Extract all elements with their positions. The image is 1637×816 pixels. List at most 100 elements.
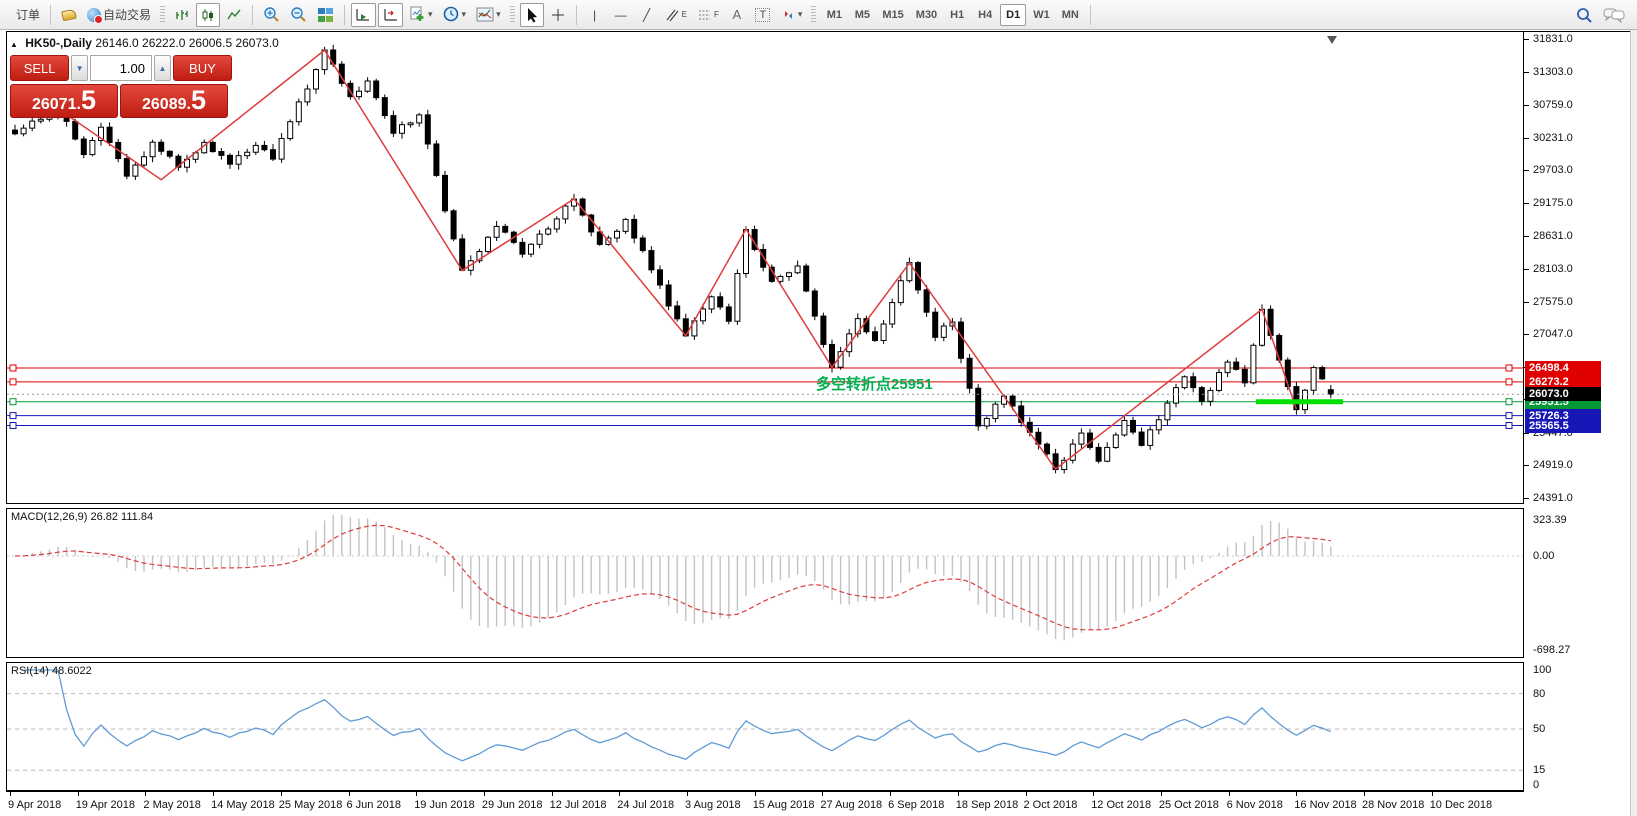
price-axis[interactable]: 31831.031303.030759.030231.029703.029175… — [1524, 31, 1630, 791]
chart-shift-icon — [382, 7, 399, 23]
dropdown-caret-icon[interactable]: ▾ — [428, 9, 433, 20]
clock-icon — [443, 6, 460, 23]
hline-handle[interactable] — [1506, 365, 1512, 371]
sell-price[interactable]: 26071 . 5 — [10, 84, 118, 118]
auto-scroll-button[interactable] — [351, 3, 376, 27]
separator — [344, 5, 345, 25]
hline-handle[interactable] — [10, 423, 16, 429]
chat-icon[interactable] — [1603, 7, 1625, 23]
buy-button[interactable]: BUY — [173, 55, 232, 81]
search-icon[interactable] — [1575, 6, 1593, 24]
channel-tool-button[interactable]: E — [661, 3, 691, 27]
new-order-button[interactable]: 订单 — [4, 3, 44, 27]
hline-price-label[interactable]: 26498.4 — [1525, 361, 1601, 375]
timeframe-d1[interactable]: D1 — [1000, 4, 1026, 26]
zoom-out-button[interactable] — [286, 3, 311, 27]
volume-increase-button[interactable]: ▲ — [154, 55, 171, 81]
trendline-tool-button[interactable]: ╱ — [635, 3, 659, 27]
autotrade-button[interactable]: 自动交易 — [83, 3, 155, 27]
candlestick-chart-button[interactable] — [196, 3, 220, 27]
hline-handle[interactable] — [10, 399, 16, 405]
candle-body — [1208, 390, 1213, 401]
buy-price[interactable]: 26089 . 5 — [120, 84, 228, 118]
vertical-line-tool-button[interactable]: | — [583, 3, 607, 27]
timeframe-m1[interactable]: M1 — [821, 4, 847, 26]
fibonacci-tool-button[interactable]: F — [693, 3, 723, 27]
indicators-button[interactable]: ▾ — [405, 3, 437, 27]
date-label: 9 Apr 2018 — [8, 799, 61, 811]
timeframe-h1[interactable]: H1 — [944, 4, 970, 26]
price-tick-label: 29175.0 — [1533, 197, 1573, 209]
price-tick-label: 31831.0 — [1533, 33, 1573, 45]
chart-annotation-text[interactable]: 多空转折点25951 — [816, 373, 933, 394]
dropdown-caret-icon[interactable]: ▾ — [798, 9, 803, 20]
candle-body — [133, 165, 138, 176]
ohlc-values: 26146.0 26222.0 26006.5 26073.0 — [95, 36, 279, 50]
hline-price-label[interactable]: 25565.5 — [1525, 419, 1601, 433]
hline-handle[interactable] — [10, 379, 16, 385]
chart-shift-marker-icon[interactable] — [1327, 36, 1337, 44]
price-tick-mark — [1524, 39, 1529, 40]
tile-windows-icon — [317, 7, 334, 23]
hline-handle[interactable] — [1506, 399, 1512, 405]
dropdown-caret-icon[interactable]: ▾ — [496, 9, 501, 20]
hline-handle[interactable] — [1506, 423, 1512, 429]
date-label: 24 Jul 2018 — [617, 799, 674, 811]
periods-button[interactable]: ▾ — [439, 3, 471, 27]
date-tick-mark — [281, 792, 282, 796]
candle-body — [881, 324, 886, 340]
text-tool-button[interactable]: A — [725, 3, 749, 27]
timeframe-mn[interactable]: MN — [1057, 4, 1084, 26]
macd-axis-label: 0.00 — [1533, 550, 1554, 562]
timeframe-m5[interactable]: M5 — [849, 4, 875, 26]
hline-handle[interactable] — [10, 365, 16, 371]
price-tick-label: 30231.0 — [1533, 132, 1573, 144]
arrows-tool-button[interactable]: ▾ — [777, 3, 807, 27]
sell-button[interactable]: SELL — [10, 55, 69, 81]
crosshair-button[interactable] — [546, 3, 570, 27]
candle-body — [382, 98, 387, 116]
date-tick-mark — [10, 792, 11, 796]
zoom-in-button[interactable] — [259, 3, 284, 27]
main-chart-pane[interactable]: 多空转折点25951 — [6, 31, 1524, 504]
timeframe-m15[interactable]: M15 — [877, 4, 908, 26]
rsi-pane[interactable]: RSI(14) 48.6022 — [6, 662, 1524, 791]
dropdown-caret-icon[interactable]: ▾ — [462, 9, 467, 20]
templates-button[interactable]: ▾ — [472, 3, 505, 27]
timeframe-w1[interactable]: W1 — [1028, 4, 1055, 26]
candle-body — [271, 150, 276, 159]
text-label-tool-button[interactable]: T — [751, 3, 775, 27]
date-tick-mark — [213, 792, 214, 796]
date-tick-mark — [416, 792, 417, 796]
date-label: 12 Oct 2018 — [1091, 799, 1151, 811]
toolbar-grip — [160, 6, 165, 24]
candle-body — [726, 307, 731, 321]
line-chart-button[interactable] — [222, 3, 246, 27]
toolbar-grip — [510, 6, 515, 24]
tile-windows-button[interactable] — [313, 3, 338, 27]
arrows-icon — [781, 8, 796, 22]
hline-handle[interactable] — [10, 413, 16, 419]
chart-title: ▲ HK50-,Daily 26146.0 26222.0 26006.5 26… — [10, 36, 279, 50]
date-tick-mark — [78, 792, 79, 796]
hline-handle[interactable] — [1506, 413, 1512, 419]
bar-chart-button[interactable] — [170, 3, 194, 27]
timeframe-group: M1M5M15M30H1H4D1W1MN — [821, 4, 1083, 26]
candle-body — [1010, 396, 1015, 406]
macd-pane[interactable]: MACD(12,26,9) 26.82 111.84 — [6, 508, 1524, 658]
chart-collapse-icon[interactable]: ▲ — [10, 40, 18, 49]
timeframe-h4[interactable]: H4 — [972, 4, 998, 26]
volume-decrease-button[interactable]: ▼ — [71, 55, 88, 81]
chart-shift-button[interactable] — [378, 3, 403, 27]
candle-body — [658, 270, 663, 285]
horizontal-line-tool-button[interactable]: — — [609, 3, 633, 27]
candle-body — [1131, 420, 1136, 432]
hline-handle[interactable] — [1506, 379, 1512, 385]
order-icon-button[interactable] — [57, 3, 81, 27]
timeframe-m30[interactable]: M30 — [911, 4, 942, 26]
candle-body — [1242, 369, 1247, 382]
candle-body — [1268, 309, 1273, 335]
volume-input[interactable] — [90, 55, 152, 81]
cursor-button[interactable] — [520, 3, 544, 27]
time-axis[interactable]: 9 Apr 201819 Apr 20182 May 201814 May 20… — [6, 791, 1524, 816]
